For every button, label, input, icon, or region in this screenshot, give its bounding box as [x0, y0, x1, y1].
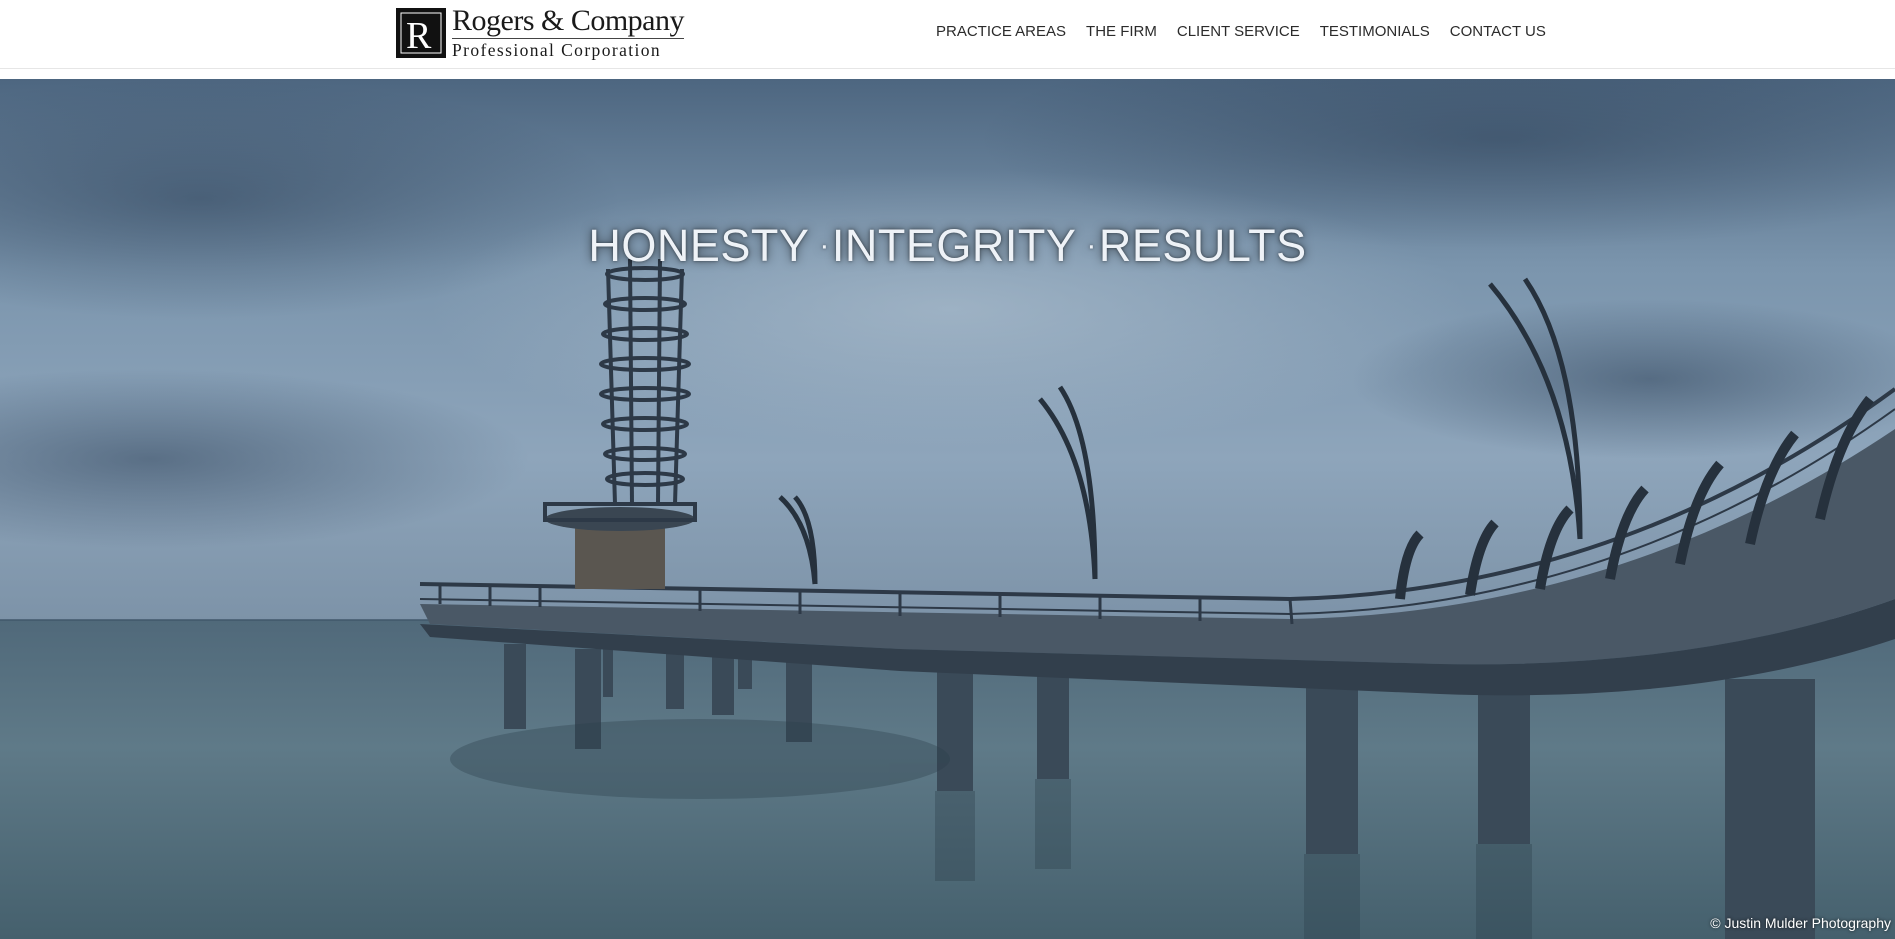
logo-wordmark: Rogers & Company Professional Corporatio…: [452, 4, 685, 61]
site-header: R Rogers & Company Professional Corporat…: [0, 0, 1895, 69]
hero-banner: HONESTY ·INTEGRITY ·RESULTS © Justin Mulde…: [0, 79, 1895, 939]
nav-contact-us[interactable]: CONTACT US: [1450, 22, 1546, 42]
hero-tagline: HONESTY ·INTEGRITY ·RESULTS: [0, 220, 1895, 272]
main-nav: PRACTICE AREAS THE FIRM CLIENT SERVICE T…: [936, 22, 1546, 42]
pier-photo: [0, 79, 1895, 939]
tagline-integrity: INTEGRITY: [831, 220, 1077, 271]
tagline-separator: ·: [1086, 229, 1097, 263]
logo-company-name: Rogers & Company: [452, 4, 685, 40]
company-logo[interactable]: R Rogers & Company Professional Corporat…: [396, 4, 685, 61]
nav-the-firm[interactable]: THE FIRM: [1086, 22, 1157, 42]
nav-practice-areas[interactable]: PRACTICE AREAS: [936, 22, 1066, 42]
logo-monogram: R: [396, 8, 446, 58]
svg-text:R: R: [406, 15, 432, 57]
nav-client-service[interactable]: CLIENT SERVICE: [1177, 22, 1300, 42]
logo-company-subtitle: Professional Corporation: [452, 40, 662, 61]
tagline-results: RESULTS: [1098, 220, 1307, 271]
tagline-honesty: HONESTY: [588, 220, 810, 271]
nav-testimonials[interactable]: TESTIMONIALS: [1320, 22, 1430, 42]
tagline-separator: ·: [819, 229, 830, 263]
photo-credit: © Justin Mulder Photography: [1710, 915, 1891, 931]
